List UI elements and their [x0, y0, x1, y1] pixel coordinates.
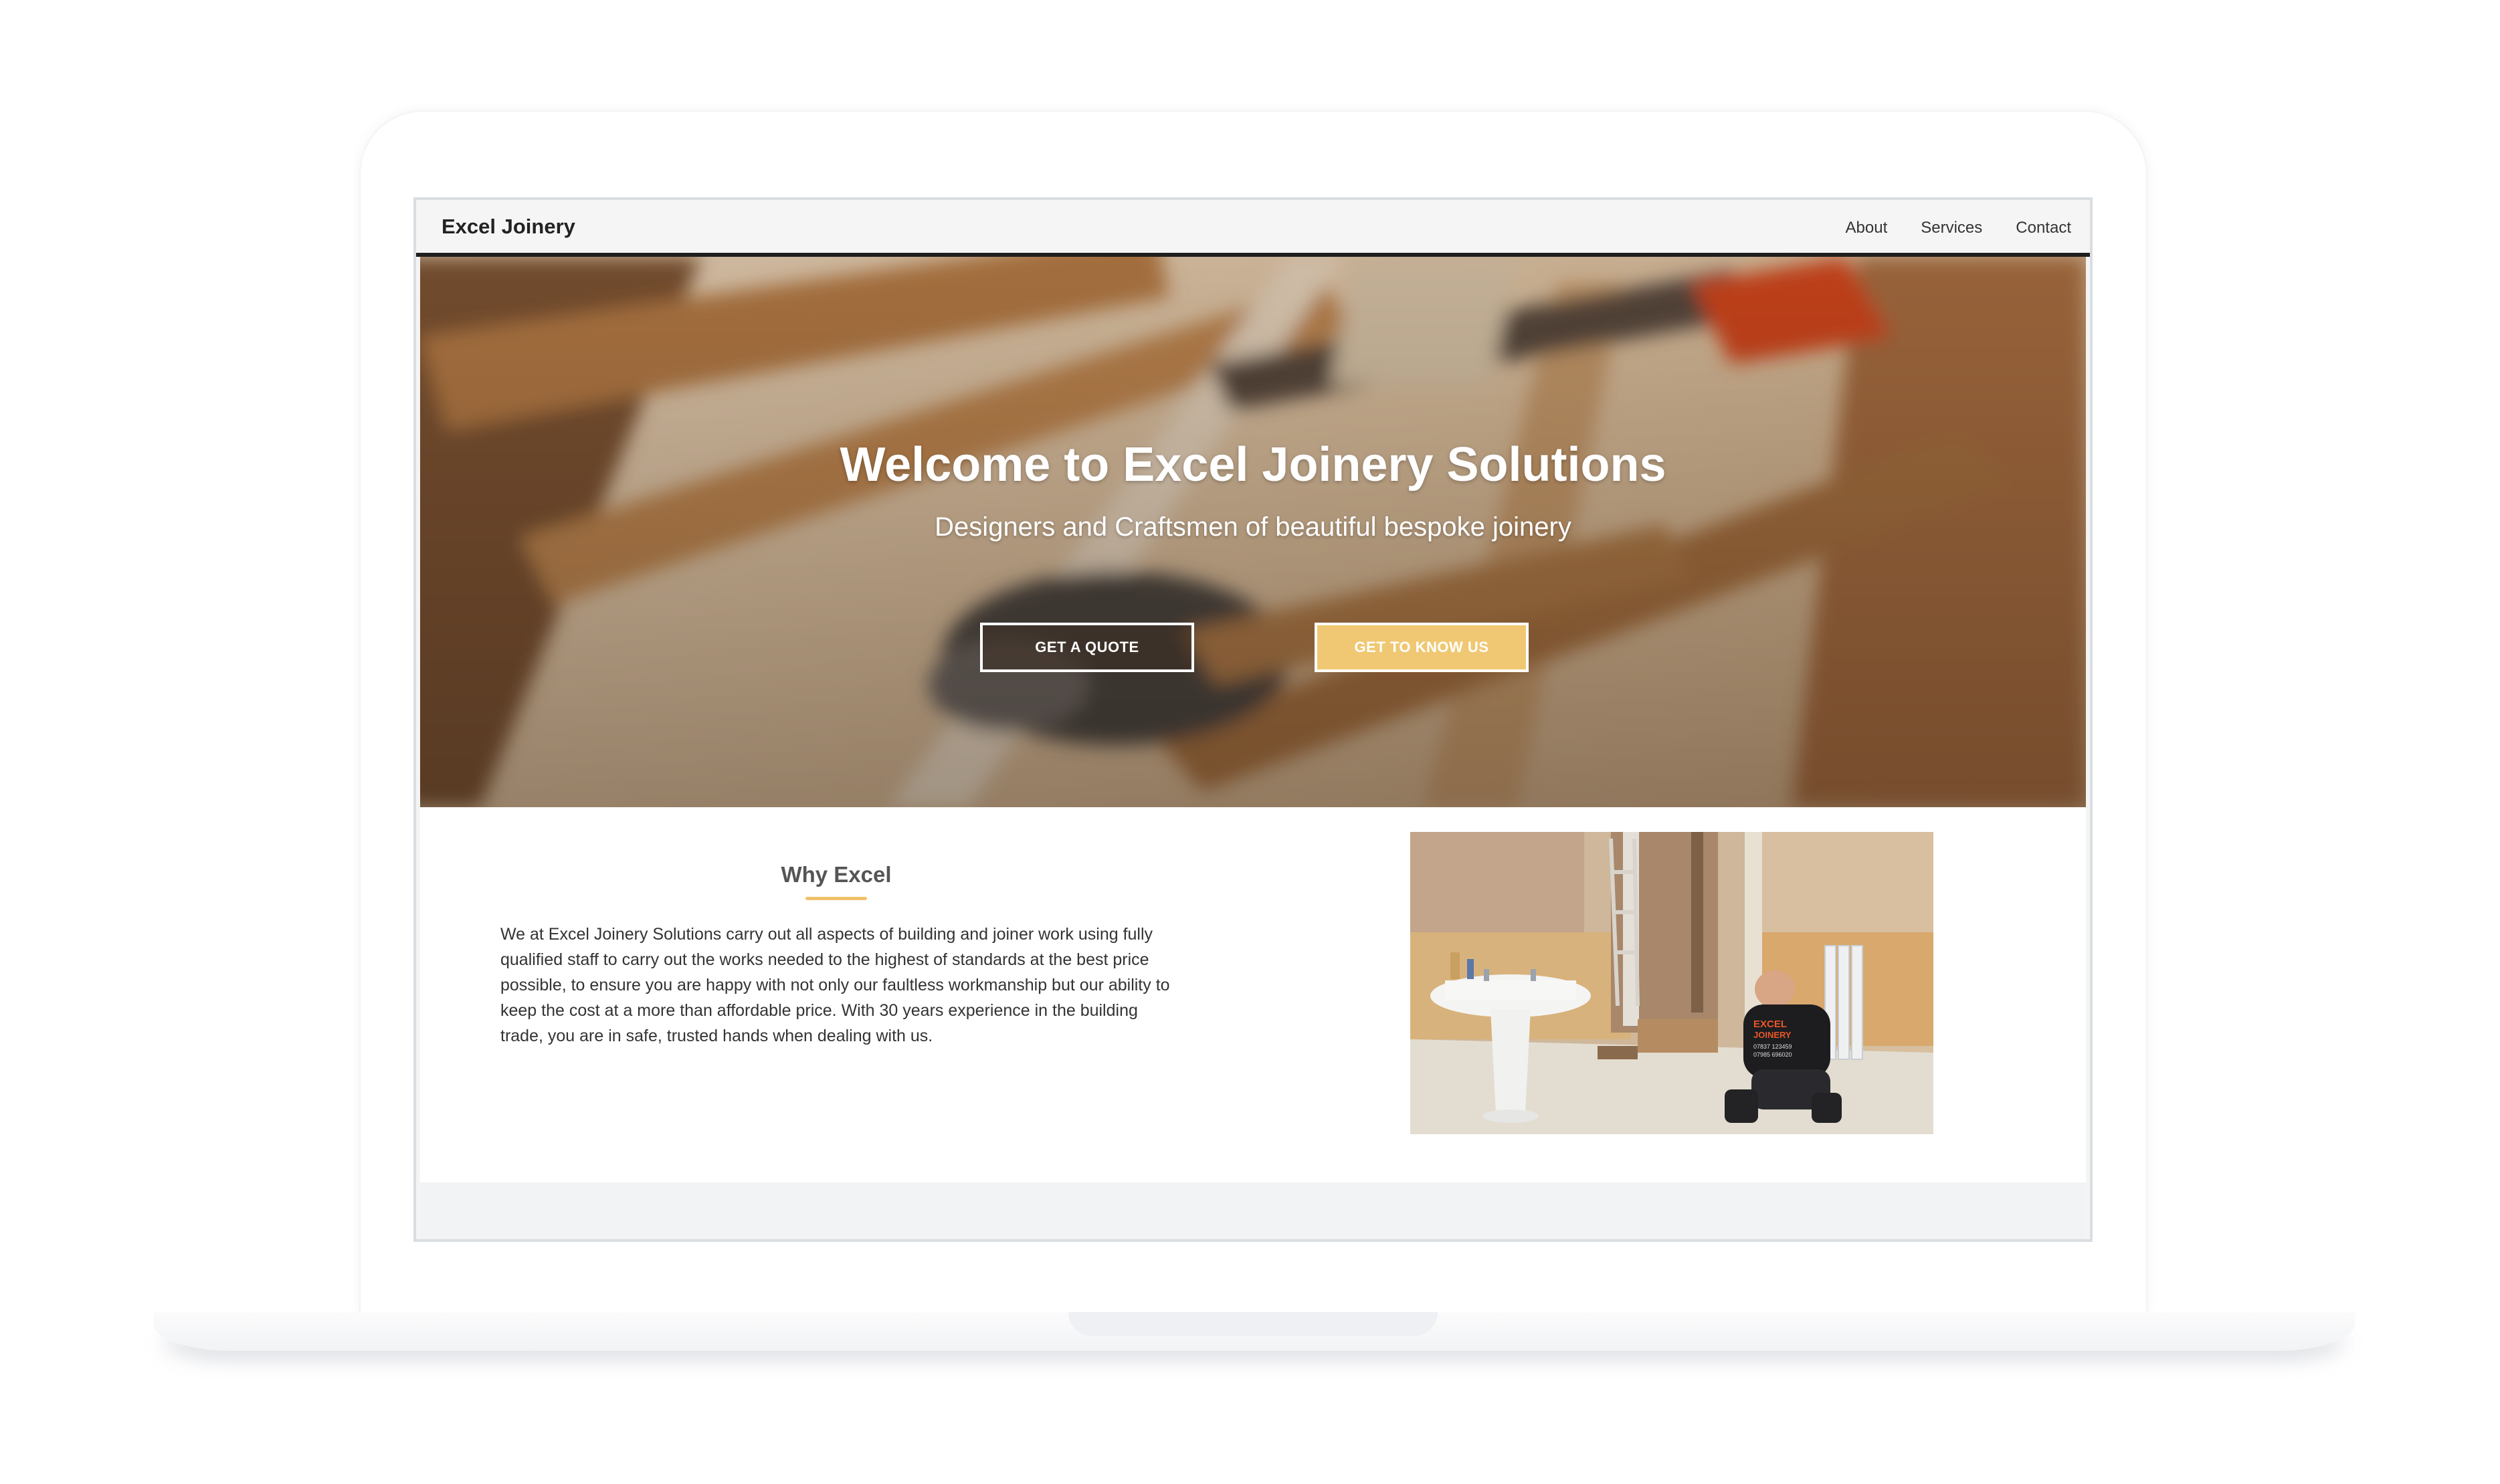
joiner-bathroom-photo: EXCEL JOINERY 07837 123459 07985 696020: [1410, 832, 1933, 1134]
navbar: Excel Joinery About Services Contact: [416, 200, 2090, 257]
title-underline: [805, 897, 867, 900]
shirt-text-4: 07985 696020: [1753, 1051, 1792, 1058]
hero-subtitle: Designers and Craftsmen of beautiful bes…: [935, 512, 1571, 542]
nav-link-about[interactable]: About: [1846, 219, 1888, 237]
section-title: Why Excel: [781, 862, 892, 887]
section-body-text: We at Excel Joinery Solutions carry out …: [500, 925, 1170, 1045]
shirt-text-2: JOINERY: [1753, 1030, 1792, 1040]
nav-links: About Services Contact: [1846, 219, 2071, 237]
photo-illustration: EXCEL JOINERY 07837 123459 07985 696020: [1410, 832, 1933, 1134]
nav-link-contact[interactable]: Contact: [2016, 219, 2071, 237]
laptop-notch: [1068, 1312, 1438, 1336]
hero-title: Welcome to Excel Joinery Solutions: [840, 438, 1666, 492]
get-a-quote-button[interactable]: GET A QUOTE: [980, 623, 1194, 672]
shirt-text-3: 07837 123459: [1753, 1043, 1792, 1050]
shirt-text-1: EXCEL: [1753, 1019, 1787, 1030]
site-brand[interactable]: Excel Joinery: [442, 215, 575, 239]
laptop-screen: Excel Joinery About Services Contact Wel…: [413, 197, 2093, 1242]
hero-section: Welcome to Excel Joinery Solutions Desig…: [420, 257, 2086, 807]
why-excel-section: Why Excel We at Excel Joinery Solutions …: [420, 807, 2086, 1182]
nav-link-services[interactable]: Services: [1921, 219, 1982, 237]
get-to-know-us-button[interactable]: GET TO KNOW US: [1315, 623, 1529, 672]
next-section-strip: [420, 1182, 2086, 1239]
laptop-mockup-stage: Excel Joinery About Services Contact Wel…: [0, 0, 2500, 1484]
